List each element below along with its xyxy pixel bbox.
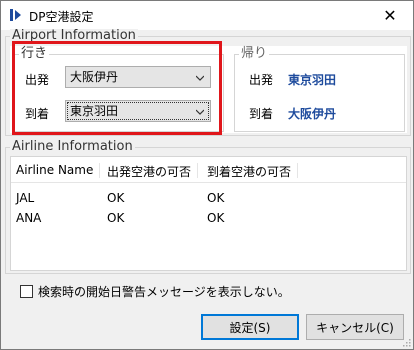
airline-list[interactable]: Airline Name 出発空港の可否 到着空港の可否 JAL OK OK A… xyxy=(10,156,407,271)
airline-group-title: Airline Information xyxy=(10,139,135,154)
outbound-arrival-label: 到着 xyxy=(25,107,50,121)
cell-arrival-ok: OK xyxy=(207,211,225,225)
airport-information-group: Airport Information 行き 出発 大阪伊丹 到着 東京羽田 帰… xyxy=(5,29,411,136)
suppress-warning-label[interactable]: 検索時の開始日警告メッセージを表示しない。 xyxy=(38,283,290,300)
cell-arrival-ok: OK xyxy=(207,191,225,205)
cell-departure-ok: OK xyxy=(107,211,125,225)
airport-inner-panel: 行き 出発 大阪伊丹 到着 東京羽田 帰り 出発 東京羽田 到着 大阪伊丹 xyxy=(10,46,407,133)
suppress-warning-option[interactable]: 検索時の開始日警告メッセージを表示しない。 xyxy=(20,283,290,300)
return-group: 帰り 出発 東京羽田 到着 大阪伊丹 xyxy=(234,47,405,132)
outbound-group: 行き 出発 大阪伊丹 到着 東京羽田 xyxy=(14,47,224,132)
app-icon xyxy=(10,9,21,21)
return-arrival-label: 到着 xyxy=(249,107,274,121)
return-arrival-value: 大阪伊丹 xyxy=(288,107,337,121)
resize-grip-icon[interactable] xyxy=(401,337,411,347)
title-bar[interactable]: DP空港設定 ✕ xyxy=(1,1,413,30)
cell-departure-ok: OK xyxy=(107,191,125,205)
outbound-departure-value: 大阪伊丹 xyxy=(70,70,119,84)
column-header-airline-name[interactable]: Airline Name xyxy=(16,163,101,178)
column-header-departure-ok[interactable]: 出発空港の可否 xyxy=(107,163,199,179)
ok-button[interactable]: 設定(S) xyxy=(201,314,299,340)
suppress-warning-checkbox[interactable] xyxy=(20,285,33,298)
airport-group-title: Airport Information xyxy=(10,28,138,43)
chevron-down-icon xyxy=(196,75,204,81)
dialog-window: DP空港設定 ✕ Airport Information 行き 出発 大阪伊丹 … xyxy=(0,0,414,350)
outbound-arrival-select[interactable]: 東京羽田 xyxy=(65,100,211,122)
cell-airline: ANA xyxy=(16,211,42,225)
close-icon: ✕ xyxy=(383,6,397,25)
cell-airline: JAL xyxy=(16,191,35,205)
outbound-departure-select[interactable]: 大阪伊丹 xyxy=(65,66,211,88)
return-departure-label: 出発 xyxy=(249,73,274,87)
cancel-button[interactable]: キャンセル(C) xyxy=(306,314,404,340)
outbound-departure-label: 出発 xyxy=(25,73,50,87)
return-title: 帰り xyxy=(239,46,270,61)
close-button[interactable]: ✕ xyxy=(367,1,413,30)
return-departure-value: 東京羽田 xyxy=(288,73,337,87)
chevron-down-icon xyxy=(196,109,204,115)
outbound-arrival-value: 東京羽田 xyxy=(70,104,119,118)
window-title: DP空港設定 xyxy=(29,10,94,24)
airline-information-group: Airline Information Airline Name 出発空港の可否… xyxy=(5,140,411,274)
outbound-title: 行き xyxy=(19,46,50,61)
list-header: Airline Name 出発空港の可否 到着空港の可否 xyxy=(11,157,406,183)
column-header-arrival-ok[interactable]: 到着空港の可否 xyxy=(207,163,299,179)
